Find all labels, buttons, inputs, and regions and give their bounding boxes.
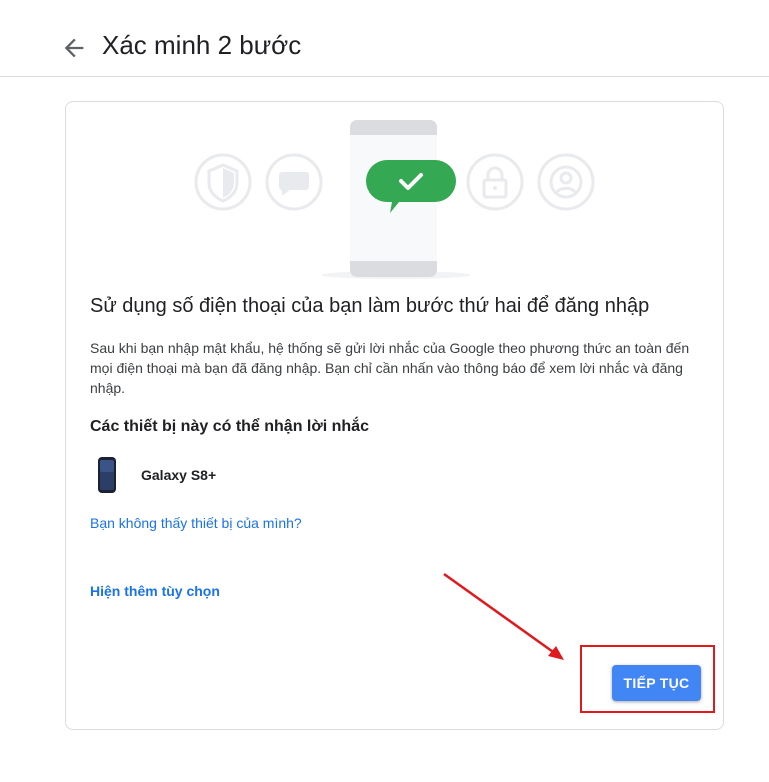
account-circle-icon — [537, 153, 595, 211]
devices-title: Các thiết bị này có thể nhận lời nhắc — [90, 418, 369, 435]
arrow-back-icon[interactable] — [60, 34, 88, 62]
continue-button[interactable]: TIẾP TỤC — [612, 665, 701, 701]
missing-device-link[interactable]: Bạn không thấy thiết bị của mình? — [90, 515, 302, 531]
chat-bubble-icon — [265, 153, 323, 211]
shield-icon — [194, 153, 252, 211]
device-name: Galaxy S8+ — [141, 467, 217, 483]
verification-card: Sử dụng số điện thoại của bạn làm bước t… — [65, 101, 724, 730]
page-header: Xác minh 2 bước — [0, 0, 769, 77]
lock-icon — [466, 153, 524, 211]
description: Sau khi bạn nhập mật khẩu, hệ thống sẽ g… — [90, 340, 690, 396]
headline: Sử dụng số điện thoại của bạn làm bước t… — [90, 295, 650, 317]
page-title: Xác minh 2 bước — [102, 30, 302, 60]
illustration — [194, 120, 595, 279]
more-options-link[interactable]: Hiện thêm tùy chọn — [90, 583, 220, 599]
smartphone-icon — [98, 457, 116, 493]
phone-check-icon — [321, 120, 471, 279]
